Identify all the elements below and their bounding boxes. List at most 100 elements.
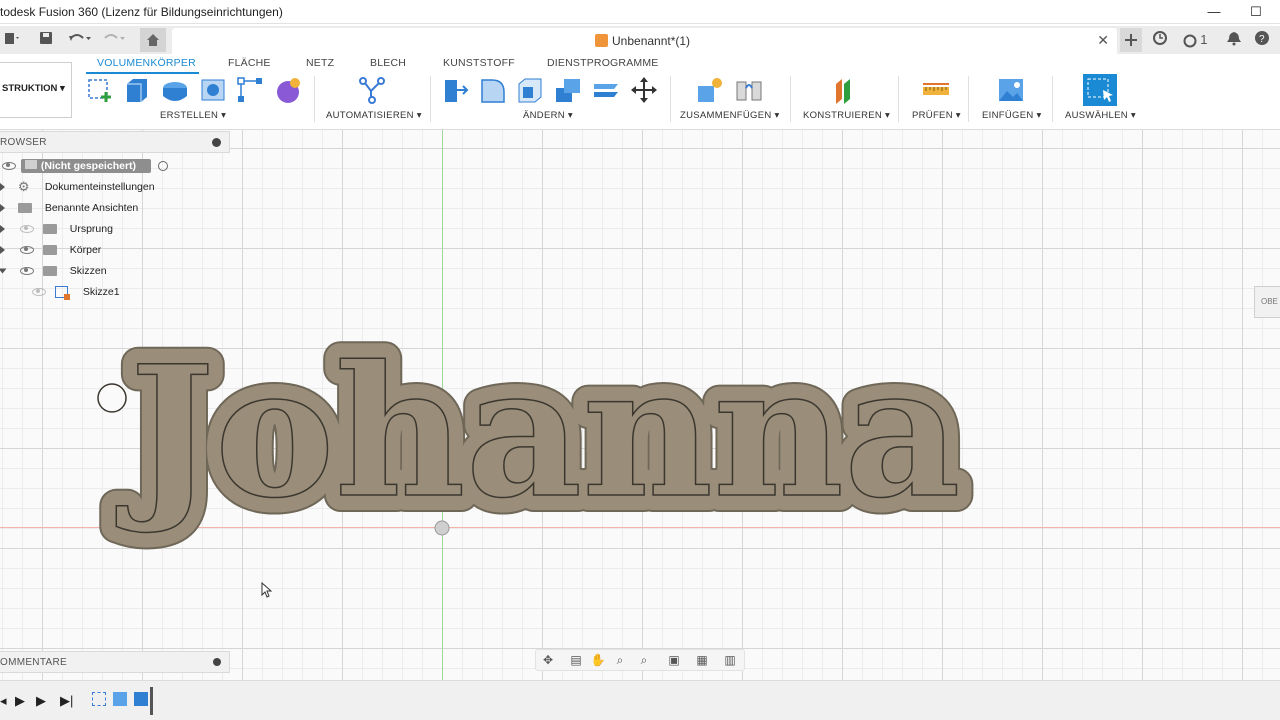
title-bar: todesk Fusion 360 (Lizenz für Bildungsei… bbox=[0, 0, 1280, 24]
look-at-icon[interactable]: ▤ bbox=[568, 653, 584, 667]
workspace-switcher[interactable]: STRUKTION ▾ bbox=[0, 62, 72, 118]
zoom-icon[interactable]: ⌕ bbox=[612, 653, 628, 667]
group-zusammenfuegen[interactable]: ZUSAMMENFÜGEN ▾ bbox=[680, 110, 780, 121]
active-tab-underline bbox=[86, 72, 199, 74]
press-pull-icon[interactable] bbox=[441, 76, 469, 104]
notifications-button[interactable]: 1 bbox=[1180, 30, 1210, 50]
fillet-icon[interactable] bbox=[479, 76, 507, 104]
extrude-icon[interactable] bbox=[123, 76, 151, 104]
window-title: todesk Fusion 360 (Lizenz für Bildungsei… bbox=[0, 5, 283, 19]
tab-blech[interactable]: BLECH bbox=[370, 57, 406, 69]
timeline-feature[interactable] bbox=[134, 692, 148, 706]
move-icon[interactable] bbox=[630, 76, 658, 104]
browser-header[interactable]: ROWSER bbox=[0, 131, 230, 153]
eye-icon[interactable] bbox=[19, 246, 34, 255]
select-icon[interactable] bbox=[1083, 74, 1117, 106]
sketch-text-johanna: Johanna bbox=[115, 327, 960, 538]
tab-netz[interactable]: NETZ bbox=[306, 57, 334, 69]
redo-icon[interactable] bbox=[100, 30, 128, 50]
display-settings-icon[interactable]: ▣ bbox=[666, 653, 682, 667]
split-body-icon[interactable] bbox=[592, 76, 620, 104]
eye-icon[interactable] bbox=[19, 267, 34, 276]
browser-item-skizzen[interactable]: Skizzen bbox=[0, 261, 107, 281]
browser-item-ursprung[interactable]: Ursprung bbox=[0, 219, 113, 239]
joint-icon[interactable] bbox=[735, 76, 763, 104]
group-automatisieren[interactable]: AUTOMATISIEREN ▾ bbox=[326, 110, 422, 121]
home-icon[interactable] bbox=[140, 28, 166, 52]
first-step-icon[interactable]: ◂ bbox=[0, 693, 7, 709]
new-tab-icon[interactable] bbox=[1120, 28, 1142, 52]
collapse-icon[interactable] bbox=[0, 268, 7, 274]
collapse-panel-icon[interactable] bbox=[212, 138, 221, 147]
group-divider bbox=[314, 76, 315, 122]
document-tab[interactable]: Unbenannt*(1) ✕ bbox=[172, 28, 1117, 54]
expand-icon[interactable] bbox=[0, 183, 5, 192]
group-divider bbox=[1052, 76, 1053, 122]
maximize-button[interactable]: ☐ bbox=[1238, 2, 1274, 22]
grid-settings-icon[interactable]: ▦ bbox=[694, 653, 710, 667]
folder-icon bbox=[42, 266, 57, 277]
timeline-extrude-feature[interactable] bbox=[113, 692, 127, 706]
combine-icon[interactable] bbox=[554, 76, 582, 104]
browser-item-skizze1[interactable]: Skizze1 bbox=[32, 282, 120, 302]
eye-icon[interactable] bbox=[2, 162, 16, 171]
tab-volumenkoerper[interactable]: VOLUMENKÖRPER bbox=[97, 57, 196, 69]
activate-icon[interactable] bbox=[157, 161, 168, 172]
hole-icon[interactable] bbox=[199, 76, 227, 104]
timeline-sketch-feature[interactable] bbox=[92, 692, 106, 706]
browser-item-koerper[interactable]: Körper bbox=[0, 240, 101, 260]
group-pruefen[interactable]: PRÜFEN ▾ bbox=[912, 110, 961, 121]
tab-dienstprogramme[interactable]: DIENSTPROGRAMME bbox=[547, 57, 659, 69]
save-icon[interactable] bbox=[36, 30, 56, 50]
insert-image-icon[interactable] bbox=[997, 76, 1025, 104]
file-menu-icon[interactable] bbox=[0, 30, 24, 50]
offset-plane-icon[interactable] bbox=[832, 76, 860, 104]
shell-icon[interactable] bbox=[516, 76, 544, 104]
expand-icon[interactable] bbox=[0, 225, 5, 234]
close-tab-icon[interactable]: ✕ bbox=[1097, 32, 1109, 49]
group-auswaehlen[interactable]: AUSWÄHLEN ▾ bbox=[1065, 110, 1136, 121]
last-step-icon[interactable]: ▶| bbox=[60, 693, 73, 709]
tab-kunststoff[interactable]: KUNSTSTOFF bbox=[443, 57, 515, 69]
add-comment-icon[interactable] bbox=[213, 658, 221, 666]
group-divider bbox=[898, 76, 899, 122]
origin-point[interactable] bbox=[434, 520, 450, 536]
undo-icon[interactable] bbox=[66, 30, 94, 50]
create-sketch-icon[interactable] bbox=[86, 76, 114, 104]
group-divider bbox=[430, 76, 431, 122]
automate-icon[interactable] bbox=[358, 76, 386, 104]
document-cube-icon bbox=[595, 34, 608, 47]
play-icon[interactable]: ▶ bbox=[15, 693, 25, 709]
browser-item-dokumenteinstellungen[interactable]: ⚙ Dokumenteinstellungen bbox=[0, 177, 155, 197]
revolve-icon[interactable] bbox=[161, 76, 189, 104]
expand-icon[interactable] bbox=[0, 204, 5, 213]
new-component-icon[interactable] bbox=[696, 76, 724, 104]
viewcube[interactable]: OBE bbox=[1254, 286, 1280, 318]
bell-icon[interactable] bbox=[1224, 30, 1244, 50]
eye-icon[interactable] bbox=[32, 288, 46, 297]
measure-icon[interactable] bbox=[922, 76, 950, 104]
group-konstruieren[interactable]: KONSTRUIEREN ▾ bbox=[803, 110, 890, 121]
group-einfuegen[interactable]: EINFÜGEN ▾ bbox=[982, 110, 1042, 121]
minimize-button[interactable]: — bbox=[1196, 2, 1232, 22]
comments-panel[interactable]: OMMENTARE bbox=[0, 651, 230, 673]
job-status-icon[interactable] bbox=[1150, 30, 1170, 50]
tab-flaeche[interactable]: FLÄCHE bbox=[228, 57, 271, 69]
pan-icon[interactable]: ✋ bbox=[590, 653, 606, 667]
help-icon[interactable]: ? bbox=[1252, 30, 1272, 50]
group-divider bbox=[670, 76, 671, 122]
timeline-marker[interactable] bbox=[150, 687, 153, 715]
expand-icon[interactable] bbox=[0, 246, 5, 255]
group-erstellen[interactable]: ERSTELLEN ▾ bbox=[160, 110, 226, 121]
form-icon[interactable] bbox=[274, 76, 302, 104]
eye-icon[interactable] bbox=[19, 225, 34, 234]
pattern-icon[interactable] bbox=[236, 76, 264, 104]
folder-icon bbox=[42, 224, 57, 235]
orbit-icon[interactable]: ✥ bbox=[540, 653, 556, 667]
fit-icon[interactable]: ⌕ bbox=[636, 653, 652, 667]
browser-root[interactable]: (Nicht gespeichert) bbox=[2, 156, 168, 176]
next-step-icon[interactable]: ▶ bbox=[36, 693, 46, 709]
group-aendern[interactable]: ÄNDERN ▾ bbox=[523, 110, 573, 121]
browser-item-benannte-ansichten[interactable]: Benannte Ansichten bbox=[0, 198, 138, 218]
viewports-icon[interactable]: ▥ bbox=[722, 653, 738, 667]
